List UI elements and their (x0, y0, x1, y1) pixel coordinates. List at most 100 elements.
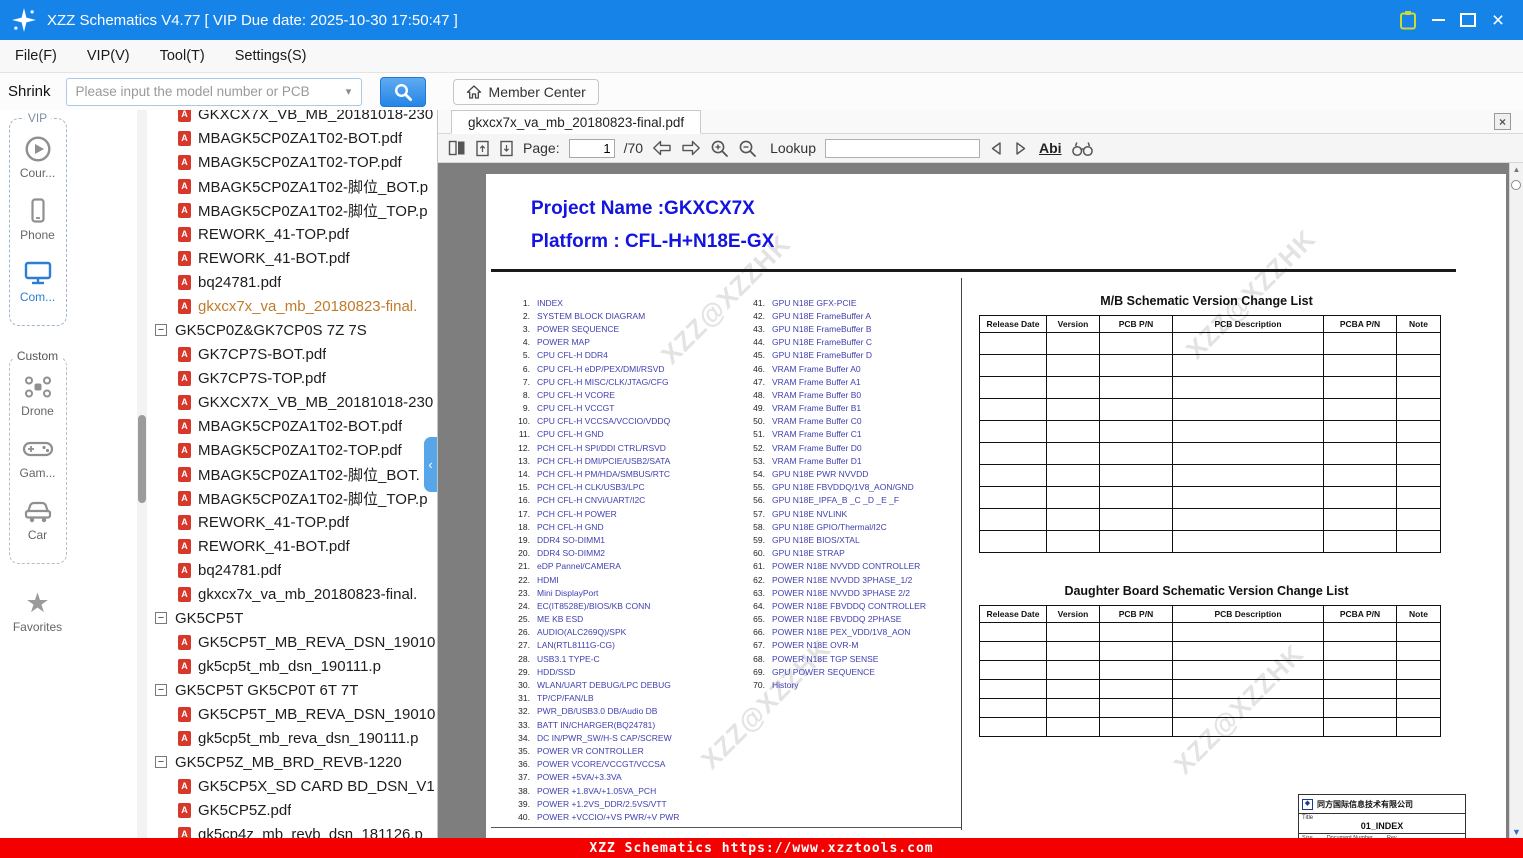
next-page-icon[interactable] (681, 140, 701, 156)
tree-file-item[interactable]: Agkxcx7x_va_mb_20180823-final. (150, 294, 437, 318)
sidebar-item-drone[interactable]: Drone (10, 373, 66, 418)
pdf-toolbar: Page: /70 Lookup (438, 134, 1523, 163)
binoculars-search-icon[interactable] (1071, 140, 1094, 157)
license-clipboard-icon[interactable] (1393, 5, 1423, 35)
single-page-view-icon[interactable] (475, 140, 490, 157)
tree-file-item[interactable]: A MBAGK5CP0ZA1T02-TOP.pdf (150, 150, 437, 174)
version-table: Release Date Version PCB P/N PCB Descriptio… (979, 315, 1441, 553)
index-entry: 10. CPU CFL-H VCCSA/VCCIO/VDDQ (518, 416, 671, 427)
close-document-icon[interactable]: × (1494, 113, 1511, 130)
chevron-down-icon[interactable]: ▾ (337, 85, 361, 98)
pdf-canvas: XZZ@XZZHK XZZ@XZZHK XZZ@XZZHK XZZ@XZZHK … (438, 163, 1523, 838)
index-entry: 13. PCH CFL-H DMI/PCIE/USB2/SATA (518, 455, 671, 466)
tree-file-item[interactable]: Abq24781.pdf (150, 558, 437, 582)
table-row (979, 486, 1441, 509)
tree-file-item[interactable]: A MBAGK5CP0ZA1T02-脚位_TOP.p (150, 198, 437, 222)
text-select-tool[interactable]: Abi (1039, 140, 1062, 156)
tree-file-item[interactable]: A MBAGK5CP0ZA1T02-BOT.pdf (150, 414, 437, 438)
search-button[interactable] (379, 76, 426, 107)
sidebar-item-computer[interactable]: Com... (10, 259, 66, 304)
tree-file-item[interactable]: A GK5CP5X_SD CARD BD_DSN_V1 (150, 774, 437, 798)
tree-file-item[interactable]: A MBAGK5CP0ZA1T02-脚位_TOP.p (150, 486, 437, 510)
index-entry: 21. eDP Pannel/CAMERA (518, 561, 621, 572)
close-button[interactable]: × (1483, 5, 1513, 35)
tree-file-item[interactable]: A REWORK_41-BOT.pdf (150, 534, 437, 558)
tree-folder-item[interactable]: − GK5CP0Z&GK7CP0S 7Z 7S (150, 318, 437, 342)
menu-settings[interactable]: Settings(S) (220, 48, 322, 64)
tree-file-item[interactable]: A GK5CP5T_MB_REVA_DSN_19010 (150, 630, 437, 654)
index-column-1: 1. INDEX 2. SYSTEM BLOCK DIAGRAM 3. POWER SEQ… (506, 296, 679, 824)
tree-file-item[interactable]: A MBAGK5CP0ZA1T02-脚位_BOT. (150, 462, 437, 486)
pdf-file-icon: A (178, 418, 191, 434)
tree-file-item[interactable]: A MBAGK5CP0ZA1T02-BOT.pdf (150, 126, 437, 150)
tree-item-label: GKXCX7X_VB_MB_20181018-230 (198, 393, 434, 411)
tree-file-item[interactable]: A REWORK_41-TOP.pdf (150, 222, 437, 246)
tree-file-item[interactable]: A MBAGK5CP0ZA1T02-脚位_BOT.p (150, 174, 437, 198)
sidebar-item-favorites[interactable]: ★ Favorites (0, 590, 75, 635)
index-entry: 66. POWER N18E PEX_VDD/1V8_AON (753, 627, 911, 638)
tree-file-item[interactable]: Agkxcx7x_va_mb_20180823-final. (150, 582, 437, 606)
table-header-cell: PCB Description (1172, 315, 1324, 333)
sidebar-item-label: Favorites (12, 620, 63, 634)
file-tree: A GKXCX7X_VB_MB_20181018-230 A MBAGK5CP0ZA1… (150, 110, 437, 838)
document-tab[interactable]: gkxcx7x_va_mb_20180823-final.pdf (451, 110, 702, 134)
shrink-button[interactable]: Shrink (8, 83, 51, 100)
sidebar-item-game[interactable]: Gam... (10, 435, 66, 480)
index-entry: 55. GPU N18E FBVDDQ/1V8_AON/GND (753, 482, 914, 493)
minimize-button[interactable] (1423, 5, 1453, 35)
tree-file-item[interactable]: Abq24781.pdf (150, 270, 437, 294)
maximize-button[interactable] (1453, 5, 1483, 35)
menu-vip[interactable]: VIP(V) (72, 48, 145, 64)
menu-tool[interactable]: Tool(T) (145, 48, 220, 64)
collapse-panel-handle[interactable]: ‹ (424, 437, 437, 492)
tree-scrollbar-thumb[interactable] (138, 415, 146, 503)
sidebar-item-phone[interactable]: Phone (10, 197, 66, 242)
scroll-up-icon[interactable]: ▲ (1510, 165, 1523, 174)
tree-folder-item[interactable]: − GK5CP5T GK5CP0T 6T 7T (150, 678, 437, 702)
pdf-file-icon: A (178, 778, 191, 794)
sidebar-item-course[interactable]: Cour... (10, 135, 66, 180)
tree-file-item[interactable]: A GKXCX7X_VB_MB_20181018-230 (150, 390, 437, 414)
zoom-out-icon[interactable] (738, 139, 757, 158)
category-sidebar: VIP Cour... Phone Com... Custom Drone Ga… (0, 110, 75, 838)
model-search-combo[interactable]: ▾ (65, 77, 362, 106)
tree-file-item[interactable]: Agk5cp5t_mb_dsn_190111.p (150, 654, 437, 678)
menu-file[interactable]: File(F) (0, 48, 72, 64)
phone-icon (24, 197, 52, 225)
prev-page-icon[interactable] (652, 140, 672, 156)
app-window: XZZ Schematics V4.77 [ VIP Due date: 202… (0, 0, 1523, 858)
tree-file-item[interactable]: A GK7CP7S-TOP.pdf (150, 366, 437, 390)
continuous-view-icon[interactable] (499, 140, 514, 157)
zoom-in-icon[interactable] (710, 139, 729, 158)
tree-file-item[interactable]: A GK5CP5T_MB_REVA_DSN_19010 (150, 702, 437, 726)
tree-folder-item[interactable]: − GK5CP5Z_MB_BRD_REVB-1220 (150, 750, 437, 774)
collapse-icon[interactable]: − (155, 756, 167, 768)
tree-file-item[interactable]: A MBAGK5CP0ZA1T02-TOP.pdf (150, 438, 437, 462)
tree-file-item[interactable]: A GKXCX7X_VB_MB_20181018-230 (150, 110, 437, 126)
search-input[interactable] (66, 84, 337, 99)
tree-file-item[interactable]: Agk5cp5t_mb_reva_dsn_190111.p (150, 726, 437, 750)
tree-file-item[interactable]: Agk5cp4z_mb_revb_dsn_181126.p (150, 822, 437, 838)
prev-result-icon[interactable] (989, 141, 1004, 156)
pdf-scrollbar[interactable]: ▲ ▼ (1509, 163, 1523, 838)
next-result-icon[interactable] (1013, 141, 1028, 156)
collapse-icon[interactable]: − (155, 684, 167, 696)
facing-pages-icon[interactable] (448, 140, 466, 156)
tree-file-item[interactable]: A GK7CP7S-BOT.pdf (150, 342, 437, 366)
project-name: Project Name :GKXCX7X (531, 198, 755, 219)
page-number-input[interactable] (568, 138, 615, 158)
home-icon (466, 84, 481, 99)
lookup-input[interactable] (825, 138, 980, 158)
tree-file-item[interactable]: A REWORK_41-TOP.pdf (150, 510, 437, 534)
sidebar-item-car[interactable]: Car (10, 497, 66, 542)
pdf-file-icon: A (178, 394, 191, 410)
tree-file-item[interactable]: A GK5CP5Z.pdf (150, 798, 437, 822)
tree-file-item[interactable]: A REWORK_41-BOT.pdf (150, 246, 437, 270)
collapse-icon[interactable]: − (155, 324, 167, 336)
tree-folder-item[interactable]: − GK5CP5T (150, 606, 437, 630)
collapse-icon[interactable]: − (155, 612, 167, 624)
pdf-scrollbar-thumb[interactable] (1511, 180, 1521, 190)
scroll-down-icon[interactable]: ▼ (1510, 827, 1523, 837)
tree-scrollbar[interactable] (137, 110, 147, 838)
member-center-button[interactable]: Member Center (452, 78, 599, 105)
